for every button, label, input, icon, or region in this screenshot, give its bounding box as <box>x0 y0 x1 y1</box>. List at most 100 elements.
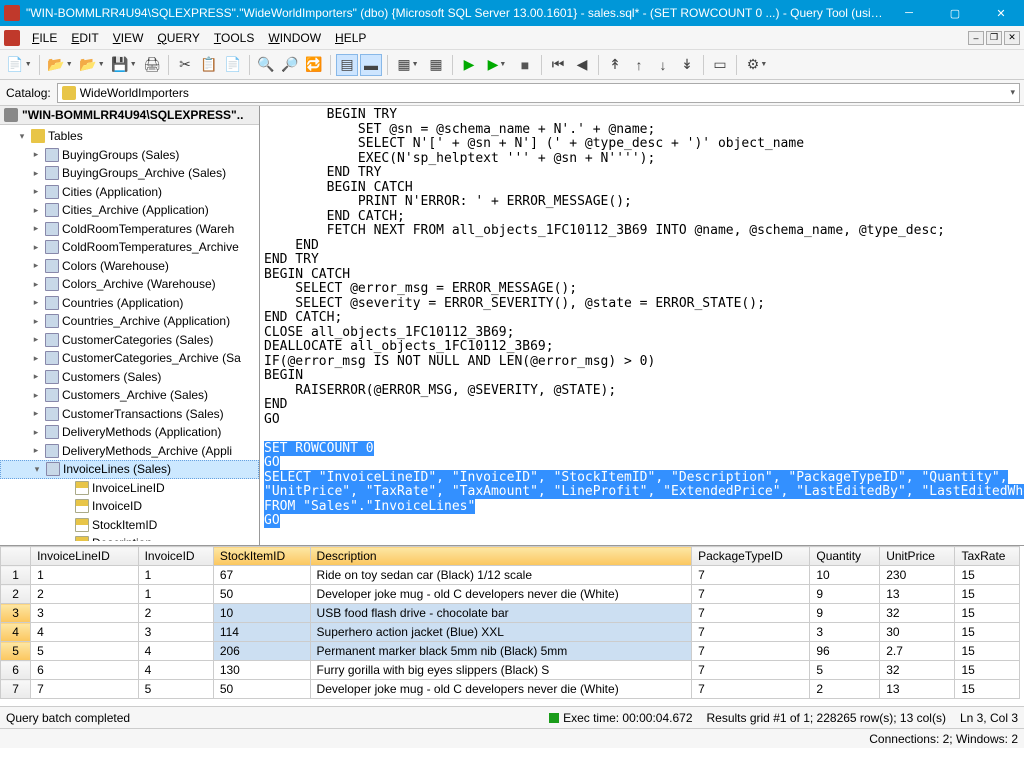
grid-cell[interactable]: 2.7 <box>880 642 955 661</box>
find-next-button[interactable]: 🔎 <box>279 54 301 76</box>
cut-button[interactable]: ✂ <box>174 54 196 76</box>
tree-tables-folder[interactable]: Tables <box>0 127 259 146</box>
tree-column-item[interactable]: StockItemID <box>0 516 259 535</box>
grid-corner[interactable] <box>1 547 31 566</box>
grid-cell[interactable]: Developer joke mug - old C developers ne… <box>310 585 692 604</box>
tree-table-item[interactable]: DeliveryMethods (Application) <box>0 423 259 442</box>
grid-cell[interactable]: 30 <box>880 623 955 642</box>
tree-column-item[interactable]: Description <box>0 534 259 541</box>
twisty-icon[interactable] <box>30 223 42 234</box>
grid-cell[interactable]: 9 <box>810 585 880 604</box>
grid-row-header[interactable]: 6 <box>1 661 31 680</box>
grid-cell[interactable]: 15 <box>955 623 1020 642</box>
grid-cell[interactable]: 15 <box>955 566 1020 585</box>
tree-table-selected[interactable]: InvoiceLines (Sales) <box>0 460 259 479</box>
menu-window[interactable]: WINDOW <box>262 29 327 47</box>
new-query-button[interactable]: 📄▼ <box>4 54 34 76</box>
tree-table-item[interactable]: BuyingGroups (Sales) <box>0 146 259 165</box>
tree-server-node[interactable]: "WIN-BOMMLRR4U94\SQLEXPRESS".. <box>0 106 259 125</box>
first-button[interactable]: ⏮ <box>547 54 569 76</box>
stop-button[interactable]: ■ <box>514 54 536 76</box>
twisty-icon[interactable] <box>16 131 28 142</box>
toggle-tree-button[interactable]: ▤ <box>336 54 358 76</box>
grid-row-header[interactable]: 3 <box>1 604 31 623</box>
nav-next-button[interactable]: ↓ <box>652 54 674 76</box>
object-tree[interactable]: "WIN-BOMMLRR4U94\SQLEXPRESS".. TablesBuy… <box>0 106 260 545</box>
grid-cell[interactable]: Ride on toy sedan car (Black) 1/12 scale <box>310 566 692 585</box>
menu-file[interactable]: FILE <box>26 29 63 47</box>
grid-cell[interactable]: Permanent marker black 5mm nib (Black) 5… <box>310 642 692 661</box>
toggle-results-button[interactable]: ▬ <box>360 54 382 76</box>
twisty-icon[interactable] <box>30 297 42 308</box>
replace-button[interactable]: 🔁 <box>303 54 325 76</box>
grid-header[interactable]: UnitPrice <box>880 547 955 566</box>
grid-cell[interactable]: 10 <box>810 566 880 585</box>
grid-cell[interactable]: 1 <box>138 585 213 604</box>
grid-cell[interactable]: 3 <box>31 604 138 623</box>
prev-button[interactable]: ◀ <box>571 54 593 76</box>
tree-table-item[interactable]: CustomerCategories (Sales) <box>0 331 259 350</box>
tree-table-item[interactable]: Customers (Sales) <box>0 368 259 387</box>
grid-cell[interactable]: 15 <box>955 680 1020 699</box>
grid-cell[interactable]: 7 <box>31 680 138 699</box>
twisty-icon[interactable] <box>30 427 42 438</box>
grid-row-header[interactable]: 1 <box>1 566 31 585</box>
options-button[interactable]: ⚙▼ <box>742 54 772 76</box>
grid-row-header[interactable]: 7 <box>1 680 31 699</box>
tree-table-item[interactable]: ColdRoomTemperatures (Wareh <box>0 220 259 239</box>
tree-table-item[interactable]: Colors_Archive (Warehouse) <box>0 275 259 294</box>
grid-cell[interactable]: 32 <box>880 661 955 680</box>
grid-cell[interactable]: 7 <box>692 585 810 604</box>
grid-cell[interactable]: 1 <box>31 566 138 585</box>
nav-prev-button[interactable]: ↑ <box>628 54 650 76</box>
tree-table-item[interactable]: ColdRoomTemperatures_Archive <box>0 238 259 257</box>
grid-cell[interactable]: 96 <box>810 642 880 661</box>
grid-cell[interactable]: 50 <box>213 680 310 699</box>
grid-cell[interactable]: 3 <box>810 623 880 642</box>
grid-cell[interactable]: 7 <box>692 566 810 585</box>
grid-cell[interactable]: Developer joke mug - old C developers ne… <box>310 680 692 699</box>
tree-table-item[interactable]: CustomerTransactions (Sales) <box>0 405 259 424</box>
grid-row-header[interactable]: 5 <box>1 642 31 661</box>
nav-up-button[interactable]: ↟ <box>604 54 626 76</box>
grid-row-header[interactable]: 2 <box>1 585 31 604</box>
grid-cell[interactable]: 5 <box>810 661 880 680</box>
grid-cell[interactable]: 10 <box>213 604 310 623</box>
grid-cell[interactable]: 5 <box>31 642 138 661</box>
menu-edit[interactable]: EDIT <box>65 29 104 47</box>
twisty-icon[interactable] <box>30 408 42 419</box>
close-button[interactable]: ✕ <box>978 0 1024 26</box>
grid-header[interactable]: PackageTypeID <box>692 547 810 566</box>
tree-column-item[interactable]: InvoiceID <box>0 497 259 516</box>
sql-editor[interactable]: BEGIN TRY SET @sn = @schema_name + N'.' … <box>260 106 1024 545</box>
grid-header[interactable]: Description <box>310 547 692 566</box>
tree-table-item[interactable]: Cities_Archive (Application) <box>0 201 259 220</box>
twisty-icon[interactable] <box>30 334 42 345</box>
grid-header[interactable]: StockItemID <box>213 547 310 566</box>
twisty-icon[interactable] <box>30 353 42 364</box>
grid-cell[interactable]: 4 <box>138 642 213 661</box>
tree-table-item[interactable]: Customers_Archive (Sales) <box>0 386 259 405</box>
twisty-icon[interactable] <box>30 260 42 271</box>
print-button[interactable]: 🖨 <box>141 54 163 76</box>
grid-cell[interactable]: 2 <box>138 604 213 623</box>
grid-cell[interactable]: 7 <box>692 604 810 623</box>
twisty-icon[interactable] <box>30 168 42 179</box>
grid-row-header[interactable]: 4 <box>1 623 31 642</box>
grid-cell[interactable]: 3 <box>138 623 213 642</box>
grid-cell[interactable]: 4 <box>31 623 138 642</box>
catalog-select[interactable]: WideWorldImporters ▾ <box>57 83 1020 103</box>
grid-cell[interactable]: 15 <box>955 642 1020 661</box>
tree-table-item[interactable]: Colors (Warehouse) <box>0 257 259 276</box>
twisty-icon[interactable] <box>30 371 42 382</box>
results-mode-button[interactable]: ▦▼ <box>393 54 423 76</box>
grid-cell[interactable]: 1 <box>138 566 213 585</box>
menu-view[interactable]: VIEW <box>107 29 150 47</box>
tree-table-item[interactable]: Cities (Application) <box>0 183 259 202</box>
tree-table-item[interactable]: BuyingGroups_Archive (Sales) <box>0 164 259 183</box>
grid-cell[interactable]: 15 <box>955 604 1020 623</box>
transaction-button[interactable]: ▭ <box>709 54 731 76</box>
grid-cell[interactable]: Superhero action jacket (Blue) XXL <box>310 623 692 642</box>
twisty-icon[interactable] <box>30 149 42 160</box>
execute-options-button[interactable]: ▶▼ <box>482 54 512 76</box>
